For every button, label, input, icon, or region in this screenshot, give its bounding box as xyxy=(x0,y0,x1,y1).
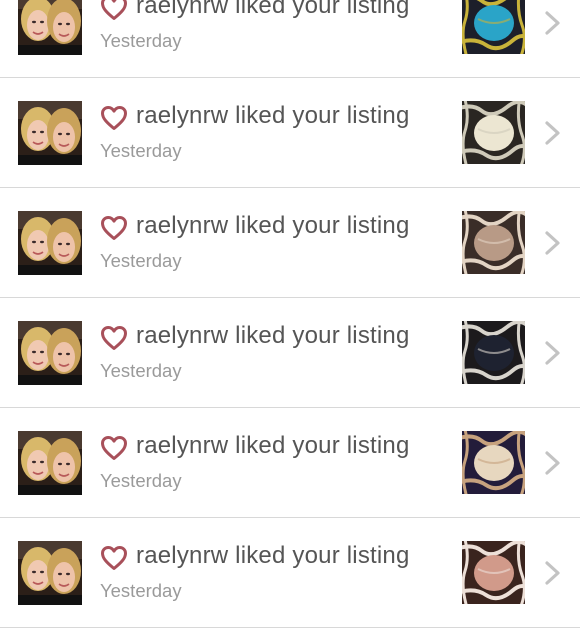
user-avatar[interactable] xyxy=(18,321,82,385)
user-avatar[interactable] xyxy=(18,0,82,55)
chevron-right-icon[interactable] xyxy=(543,10,563,36)
username[interactable]: raelynrw xyxy=(136,212,228,239)
notification-feed: raelynrw liked your listing Yesterday ra… xyxy=(0,0,580,628)
timestamp: Yesterday xyxy=(100,580,182,601)
notification-text: raelynrw liked your listing xyxy=(136,212,410,240)
listing-thumbnail[interactable] xyxy=(462,321,525,384)
chevron-right-icon[interactable] xyxy=(543,230,563,256)
notification-row[interactable]: raelynrw liked your listing Yesterday xyxy=(0,78,580,188)
notification-text: raelynrw liked your listing xyxy=(136,322,410,350)
listing-thumbnail[interactable] xyxy=(462,431,525,494)
notification-text: raelynrw liked your listing xyxy=(136,432,410,460)
heart-outline-icon xyxy=(101,436,127,460)
username[interactable]: raelynrw xyxy=(136,322,228,349)
notification-text: raelynrw liked your listing xyxy=(136,0,410,20)
user-avatar[interactable] xyxy=(18,101,82,165)
listing-thumbnail[interactable] xyxy=(462,541,525,604)
user-avatar[interactable] xyxy=(18,431,82,495)
notification-text: raelynrw liked your listing xyxy=(136,542,410,570)
timestamp: Yesterday xyxy=(100,470,182,491)
chevron-right-icon[interactable] xyxy=(543,120,563,146)
action-text: liked your listing xyxy=(235,0,410,19)
action-text: liked your listing xyxy=(235,432,410,459)
user-avatar[interactable] xyxy=(18,541,82,605)
listing-thumbnail[interactable] xyxy=(462,101,525,164)
chevron-right-icon[interactable] xyxy=(543,450,563,476)
listing-thumbnail[interactable] xyxy=(462,211,525,274)
heart-outline-icon xyxy=(101,216,127,240)
notification-row[interactable]: raelynrw liked your listing Yesterday xyxy=(0,188,580,298)
chevron-right-icon[interactable] xyxy=(543,560,563,586)
heart-outline-icon xyxy=(101,326,127,350)
username[interactable]: raelynrw xyxy=(136,432,228,459)
heart-outline-icon xyxy=(101,0,127,20)
notification-text: raelynrw liked your listing xyxy=(136,102,410,130)
notification-row[interactable]: raelynrw liked your listing Yesterday xyxy=(0,518,580,628)
notification-row[interactable]: raelynrw liked your listing Yesterday xyxy=(0,0,580,78)
timestamp: Yesterday xyxy=(100,250,182,271)
user-avatar[interactable] xyxy=(18,211,82,275)
action-text: liked your listing xyxy=(235,212,410,239)
timestamp: Yesterday xyxy=(100,30,182,51)
action-text: liked your listing xyxy=(235,102,410,129)
username[interactable]: raelynrw xyxy=(136,0,228,19)
heart-outline-icon xyxy=(101,546,127,570)
heart-outline-icon xyxy=(101,106,127,130)
notification-row[interactable]: raelynrw liked your listing Yesterday xyxy=(0,408,580,518)
username[interactable]: raelynrw xyxy=(136,102,228,129)
username[interactable]: raelynrw xyxy=(136,542,228,569)
action-text: liked your listing xyxy=(235,542,410,569)
timestamp: Yesterday xyxy=(100,360,182,381)
timestamp: Yesterday xyxy=(100,140,182,161)
notification-row[interactable]: raelynrw liked your listing Yesterday xyxy=(0,298,580,408)
action-text: liked your listing xyxy=(235,322,410,349)
chevron-right-icon[interactable] xyxy=(543,340,563,366)
listing-thumbnail[interactable] xyxy=(462,0,525,54)
